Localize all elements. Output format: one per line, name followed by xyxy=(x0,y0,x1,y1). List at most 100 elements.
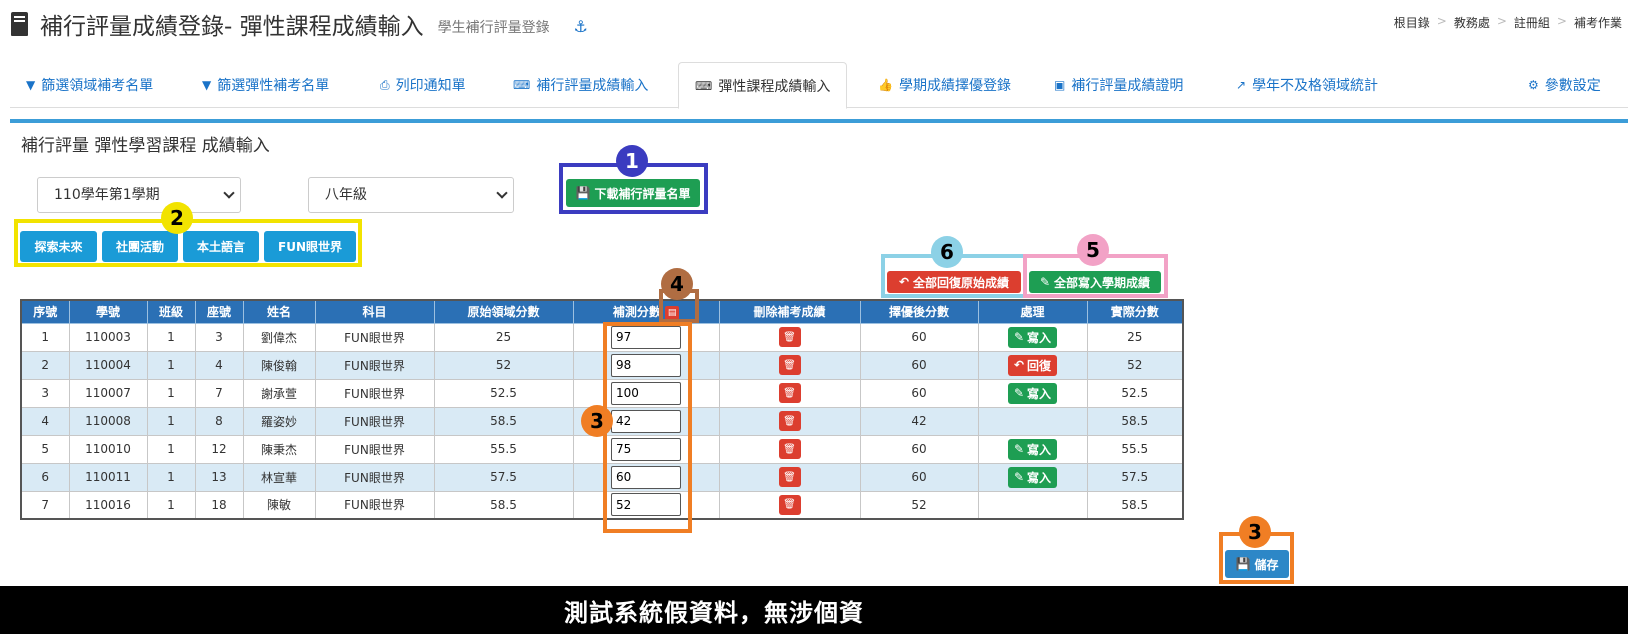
grade-select-wrap: 八年級 xyxy=(308,177,514,213)
header-class: 班級 xyxy=(146,299,196,324)
cell-action xyxy=(977,490,1088,520)
write-button[interactable]: ✎ 寫入 xyxy=(1007,382,1058,404)
trash-icon[interactable]: 🗑 xyxy=(778,327,801,347)
write-button[interactable]: ✎ 寫入 xyxy=(1007,466,1058,488)
id-card-icon: ▣ xyxy=(1054,78,1066,92)
cell-actual-score: 58.5 xyxy=(1086,406,1184,436)
trash-icon[interactable]: 🗑 xyxy=(778,467,801,487)
breadcrumb-item[interactable]: 根目錄 xyxy=(1394,14,1430,31)
breadcrumb-item[interactable]: 教務處 xyxy=(1454,14,1490,31)
tab-semester-best[interactable]: 👍 學期成績擇優登錄 xyxy=(878,62,1011,108)
cell-best-score: 60 xyxy=(859,322,979,352)
tab-makeup-score-input[interactable]: ⌨ 補行評量成績輸入 xyxy=(513,62,648,108)
cell-class: 1 xyxy=(146,434,196,464)
cell-no: 4 xyxy=(20,406,70,436)
cell-action: ✎ 寫入 xyxy=(977,322,1088,352)
tab-flex-score-input[interactable]: ⌨ 彈性課程成績輸入 xyxy=(678,62,848,109)
cell-seat: 13 xyxy=(194,462,244,492)
cell-subject: FUN眼世界 xyxy=(314,462,435,492)
table-row: 5110010112陳秉杰FUN眼世界55.5🗑60✎寫入55.5 xyxy=(20,434,1184,464)
trash-icon[interactable]: 🗑 xyxy=(778,494,801,515)
cell-orig-score: 52.5 xyxy=(433,378,574,408)
tab-bar: ▼ 篩選領域補考名單 ▼ 篩選彈性補考名單 ⎙ 列印通知單 ⌨ 補行評量成績輸入 ⌨ 彈性… xyxy=(10,62,1628,109)
header-action: 處理 xyxy=(977,299,1088,324)
cell-delete: 🗑 xyxy=(718,434,861,464)
header-id: 學號 xyxy=(68,299,148,324)
cell-best-score: 42 xyxy=(859,406,979,436)
page: 補行評量成績登錄- 彈性課程成績輸入 學生補行評量登錄 ⚓ 根目錄 > 教務處 … xyxy=(0,0,1628,634)
edit-icon: ✎ xyxy=(1013,330,1025,344)
cell-orig-score: 55.5 xyxy=(433,434,574,464)
write-button[interactable]: ✎ 寫入 xyxy=(1007,326,1058,348)
cell-name: 林宣華 xyxy=(242,462,316,492)
table-row: 311000717謝承萱FUN眼世界52.5🗑60✎寫入52.5 xyxy=(20,378,1184,408)
keyboard-icon: ⌨ xyxy=(513,78,531,92)
gear-icon: ⚙ xyxy=(1528,78,1539,92)
tab-score-certificate[interactable]: ▣ 補行評量成績證明 xyxy=(1054,62,1183,108)
header-name: 姓名 xyxy=(242,299,316,324)
header-actual-score: 實際分數 xyxy=(1086,299,1184,324)
cell-class: 1 xyxy=(146,462,196,492)
tab-filter-domain[interactable]: ▼ 篩選領域補考名單 xyxy=(26,62,153,108)
table-row: 6110011113林宣華FUN眼世界57.5🗑60✎寫入57.5 xyxy=(20,462,1184,492)
write-label: 寫入 xyxy=(1027,330,1052,345)
tab-label: 學年不及格領域統計 xyxy=(1252,78,1379,94)
cell-name: 陳俊翰 xyxy=(242,350,316,380)
trash-icon[interactable]: 🗑 xyxy=(778,411,801,431)
semester-select[interactable]: 110學年第1學期 xyxy=(37,177,241,213)
cell-actual-score: 52 xyxy=(1086,350,1184,380)
tab-filter-flex[interactable]: ▼ 篩選彈性補考名單 xyxy=(202,62,329,108)
cell-seat: 8 xyxy=(194,406,244,436)
cell-actual-score: 58.5 xyxy=(1086,490,1184,520)
grade-select[interactable]: 八年級 xyxy=(308,177,514,213)
breadcrumb-item[interactable]: 補考作業 xyxy=(1574,14,1622,31)
cell-actual-score: 57.5 xyxy=(1086,462,1184,492)
cell-id: 110016 xyxy=(68,490,148,520)
trash-icon[interactable]: 🗑 xyxy=(778,355,801,375)
table-row: 211000414陳俊翰FUN眼世界52🗑60↶回復52 xyxy=(20,350,1184,380)
tab-settings[interactable]: ⚙ 參數設定 xyxy=(1528,62,1601,108)
undo-icon: ↶ xyxy=(1013,358,1025,372)
tab-fail-stats[interactable]: ↗ 學年不及格領域統計 xyxy=(1236,62,1378,108)
edit-icon: ✎ xyxy=(1013,386,1025,400)
annotation-badge-2: 2 xyxy=(161,202,193,234)
cell-orig-score: 25 xyxy=(433,322,574,352)
cell-no: 2 xyxy=(20,350,70,380)
cell-class: 1 xyxy=(146,490,196,520)
tab-print-notice[interactable]: ⎙ 列印通知單 xyxy=(380,62,466,108)
table-header-row: 序號 學號 班級 座號 姓名 科目 原始領域分數 補測分數 ▤ 刪除補考成績 擇… xyxy=(20,299,1184,324)
cell-actual-score: 52.5 xyxy=(1086,378,1184,408)
cell-id: 110011 xyxy=(68,462,148,492)
cell-no: 5 xyxy=(20,434,70,464)
cell-subject: FUN眼世界 xyxy=(314,322,435,352)
annotation-box-3-inputs xyxy=(603,322,692,533)
table-row: 7110016118陳敏FUN眼世界58.5🗑5258.5 xyxy=(20,490,1184,520)
footer-text: 測試系統假資料，無涉個資 xyxy=(564,598,864,627)
anchor-icon[interactable]: ⚓ xyxy=(574,17,588,36)
cell-orig-score: 52 xyxy=(433,350,574,380)
breadcrumb-separator: > xyxy=(1436,14,1447,28)
cell-class: 1 xyxy=(146,378,196,408)
cell-best-score: 52 xyxy=(859,490,979,520)
header-orig-score: 原始領域分數 xyxy=(433,299,574,324)
tab-label: 參數設定 xyxy=(1544,78,1601,94)
tab-label: 列印通知單 xyxy=(395,78,466,94)
cell-best-score: 60 xyxy=(859,462,979,492)
trash-icon[interactable]: 🗑 xyxy=(778,383,801,403)
restore-button[interactable]: ↶ 回復 xyxy=(1007,354,1058,376)
breadcrumb-separator: > xyxy=(1496,14,1507,28)
page-header: 補行評量成績登錄- 彈性課程成績輸入 學生補行評量登錄 ⚓ xyxy=(10,4,588,44)
cell-action: ✎ 寫入 xyxy=(977,462,1088,492)
cell-action: ✎ 寫入 xyxy=(977,378,1088,408)
cell-seat: 18 xyxy=(194,490,244,520)
breadcrumb-separator: > xyxy=(1556,14,1567,28)
header-no: 序號 xyxy=(20,299,70,324)
breadcrumb-item[interactable]: 註冊組 xyxy=(1514,14,1550,31)
cell-best-score: 60 xyxy=(859,434,979,464)
cell-orig-score: 58.5 xyxy=(433,490,574,520)
trash-icon[interactable]: 🗑 xyxy=(778,439,801,459)
annotation-badge-1: 1 xyxy=(616,145,648,177)
semester-select-wrap: 110學年第1學期 xyxy=(37,177,241,213)
cell-actual-score: 55.5 xyxy=(1086,434,1184,464)
write-button[interactable]: ✎ 寫入 xyxy=(1007,438,1058,460)
